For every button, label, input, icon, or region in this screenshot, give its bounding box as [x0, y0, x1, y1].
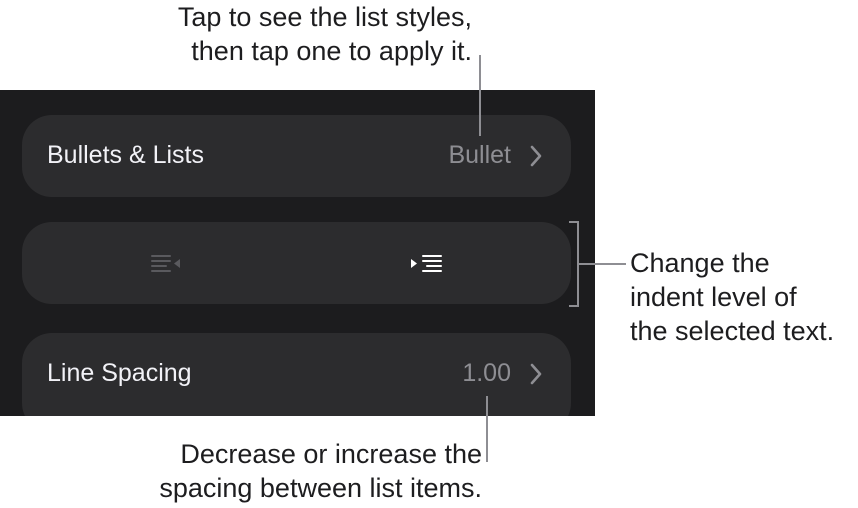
- callout-leader-lines: [479, 55, 626, 462]
- indent-bracket: [569, 221, 579, 307]
- screenshot-page: Tap to see the list styles, then tap one…: [0, 0, 858, 508]
